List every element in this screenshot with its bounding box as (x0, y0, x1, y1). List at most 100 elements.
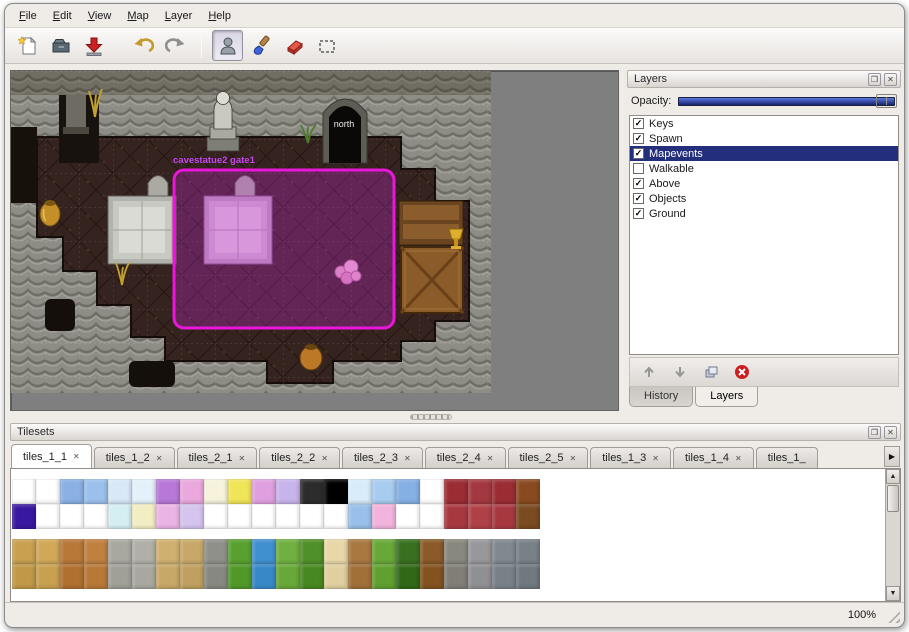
tile-swatch[interactable] (156, 479, 180, 504)
layer-row-spawn[interactable]: ✓Spawn (630, 131, 898, 146)
tile-swatch[interactable] (36, 539, 60, 564)
layer-visibility-checkbox[interactable] (633, 163, 644, 174)
tile-swatch[interactable] (420, 539, 444, 564)
panel-tab-layers[interactable]: Layers (695, 387, 758, 407)
menu-file[interactable]: File (11, 6, 45, 26)
tile-swatch[interactable] (156, 564, 180, 589)
tile-swatch[interactable] (348, 539, 372, 564)
opacity-slider-track[interactable] (678, 97, 895, 106)
layer-visibility-checkbox[interactable]: ✓ (633, 178, 644, 189)
tile-swatch[interactable] (156, 539, 180, 564)
tile-swatch[interactable] (156, 504, 180, 529)
tile-swatch[interactable] (444, 564, 468, 589)
tile-swatch[interactable] (324, 504, 348, 529)
player-tool-button[interactable] (212, 30, 243, 61)
tileset-scrollbar[interactable]: ▲ ▼ (885, 469, 900, 601)
tile-swatch[interactable] (324, 539, 348, 564)
tile-swatch[interactable] (12, 479, 36, 504)
tile-swatch[interactable] (132, 539, 156, 564)
tile-swatch[interactable] (372, 504, 396, 529)
tile-swatch[interactable] (252, 504, 276, 529)
tile-swatch[interactable] (348, 564, 372, 589)
tile-swatch[interactable] (372, 564, 396, 589)
tile-swatch[interactable] (180, 564, 204, 589)
tile-swatch[interactable] (12, 504, 36, 529)
tile-swatch[interactable] (108, 479, 132, 504)
tab-scroll-right-icon[interactable]: ▶ (884, 446, 900, 467)
tile-swatch[interactable] (204, 504, 228, 529)
tileset-tab-tiles_2_1[interactable]: tiles_2_1✕ (177, 447, 258, 468)
tile-swatch[interactable] (12, 564, 36, 589)
tab-close-icon[interactable]: ✕ (156, 454, 163, 463)
tileset-tab-tiles_1_2[interactable]: tiles_1_2✕ (94, 447, 175, 468)
raise-layer-button[interactable] (638, 361, 660, 383)
scrollbar-thumb[interactable] (887, 485, 899, 512)
tile-swatch[interactable] (60, 539, 84, 564)
layer-row-walkable[interactable]: Walkable (630, 161, 898, 176)
tileset-tab-tiles_1_3[interactable]: tiles_1_3✕ (590, 447, 671, 468)
tile-swatch[interactable] (516, 479, 540, 504)
tileset-tab-tiles_2_2[interactable]: tiles_2_2✕ (259, 447, 340, 468)
tab-close-icon[interactable]: ✕ (652, 454, 659, 463)
tileset-tab-tiles_2_4[interactable]: tiles_2_4✕ (425, 447, 506, 468)
tile-swatch[interactable] (60, 504, 84, 529)
layer-visibility-checkbox[interactable]: ✓ (633, 193, 644, 204)
tile-swatch[interactable] (468, 539, 492, 564)
tile-swatch[interactable] (492, 504, 516, 529)
close-icon[interactable]: ✕ (884, 73, 897, 86)
tile-swatch[interactable] (180, 539, 204, 564)
tile-swatch[interactable] (396, 504, 420, 529)
tile-swatch[interactable] (492, 479, 516, 504)
tile-swatch[interactable] (468, 479, 492, 504)
tab-close-icon[interactable]: ✕ (487, 454, 494, 463)
layer-visibility-checkbox[interactable]: ✓ (633, 148, 644, 159)
save-button[interactable] (78, 30, 109, 61)
tile-swatch[interactable] (84, 479, 108, 504)
rollup-icon[interactable]: ❐ (868, 73, 881, 86)
rollup-icon[interactable]: ❐ (868, 426, 881, 439)
layer-visibility-checkbox[interactable]: ✓ (633, 133, 644, 144)
tile-swatch[interactable] (228, 504, 252, 529)
layer-row-above[interactable]: ✓Above (630, 176, 898, 191)
layer-visibility-checkbox[interactable]: ✓ (633, 118, 644, 129)
menu-help[interactable]: Help (200, 6, 239, 26)
tile-swatch[interactable] (372, 539, 396, 564)
tile-swatch[interactable] (132, 564, 156, 589)
layer-row-mapevents[interactable]: ✓Mapevents (630, 146, 898, 161)
tile-swatch[interactable] (132, 504, 156, 529)
layer-visibility-checkbox[interactable]: ✓ (633, 208, 644, 219)
tab-close-icon[interactable]: ✕ (321, 454, 328, 463)
tab-close-icon[interactable]: ✕ (570, 454, 577, 463)
tile-swatch[interactable] (516, 504, 540, 529)
tile-swatch[interactable] (60, 564, 84, 589)
tile-swatch[interactable] (300, 504, 324, 529)
tile-swatch[interactable] (204, 539, 228, 564)
tile-swatch[interactable] (420, 479, 444, 504)
tile-swatch[interactable] (276, 539, 300, 564)
tile-swatch[interactable] (492, 539, 516, 564)
tile-swatch[interactable] (84, 564, 108, 589)
close-icon[interactable]: ✕ (884, 426, 897, 439)
tile-swatch[interactable] (228, 564, 252, 589)
tile-swatch[interactable] (60, 479, 84, 504)
tile-swatch[interactable] (180, 479, 204, 504)
splitter-handle[interactable] (410, 414, 452, 420)
tile-swatch[interactable] (516, 564, 540, 589)
tile-swatch[interactable] (108, 539, 132, 564)
tile-swatch[interactable] (252, 564, 276, 589)
scrollbar-track[interactable] (886, 513, 900, 586)
tile-swatch[interactable] (492, 564, 516, 589)
tileset-tab-tiles_1_4[interactable]: tiles_1_4✕ (673, 447, 754, 468)
tile-swatch[interactable] (348, 504, 372, 529)
tileset-tab-tiles_2_5[interactable]: tiles_2_5✕ (508, 447, 589, 468)
tile-swatch[interactable] (276, 504, 300, 529)
tile-swatch[interactable] (324, 564, 348, 589)
scroll-down-icon[interactable]: ▼ (886, 586, 900, 601)
tile-swatch[interactable] (84, 539, 108, 564)
lower-layer-button[interactable] (669, 361, 691, 383)
tileset-tab-tiles_1[interactable]: tiles_1_ (756, 447, 818, 468)
layer-row-keys[interactable]: ✓Keys (630, 116, 898, 131)
tile-swatch[interactable] (204, 564, 228, 589)
horizontal-splitter[interactable] (5, 411, 904, 423)
tab-close-icon[interactable]: ✕ (404, 454, 411, 463)
